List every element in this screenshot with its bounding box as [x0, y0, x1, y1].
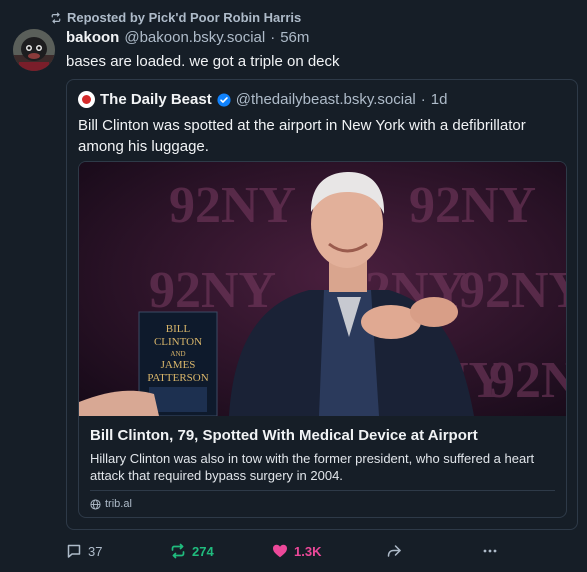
book-cover-text: BILL: [166, 323, 191, 335]
link-card-domain: trib.al: [90, 498, 132, 510]
reply-button[interactable]: 37: [66, 543, 102, 559]
post-actions: 37 274 1.3K: [66, 543, 506, 561]
like-count: 1.3K: [294, 543, 322, 559]
heart-icon: [273, 544, 287, 558]
repost-indicator[interactable]: Reposted by Pick'd Poor Robin Harris: [50, 10, 301, 25]
quoted-post-text: Bill Clinton was spotted at the airport …: [78, 117, 526, 155]
quoted-post[interactable]: The Daily Beast @thedailybeast.bsky.soci…: [66, 79, 578, 530]
more-icon: [483, 549, 497, 553]
link-card[interactable]: 92NY 92NY 92NY 92NY 92NY 92NY 92NY: [78, 161, 567, 518]
author-avatar[interactable]: [13, 29, 55, 71]
link-card-image: 92NY 92NY 92NY 92NY 92NY 92NY 92NY: [79, 162, 566, 416]
quoted-post-time[interactable]: 1d: [431, 91, 448, 108]
backdrop-text: 92NY: [169, 177, 296, 234]
quoted-post-header: The Daily Beast @thedailybeast.bsky.soci…: [78, 91, 447, 108]
globe-icon: [90, 498, 101, 510]
post-text: bases are loaded. we got a triple on dec…: [66, 53, 340, 70]
verified-badge-icon: [217, 92, 231, 107]
separator-dot: ·: [420, 91, 426, 108]
backdrop-text: 92NY: [489, 352, 566, 409]
quoted-author-avatar[interactable]: [78, 91, 95, 108]
link-card-domain-text: trib.al: [105, 498, 132, 510]
post-time[interactable]: 56m: [280, 29, 309, 46]
repost-label: Reposted by Pick'd Poor Robin Harris: [67, 10, 302, 25]
author-handle[interactable]: @bakoon.bsky.social: [124, 29, 265, 46]
reply-count: 37: [88, 543, 103, 559]
separator-dot: ·: [270, 29, 276, 46]
backdrop-text: 92NY: [409, 177, 536, 234]
more-options-button[interactable]: [482, 543, 498, 559]
link-card-divider: [90, 490, 555, 491]
repost-icon: [171, 543, 185, 559]
link-card-title: Bill Clinton, 79, Spotted With Medical D…: [90, 427, 478, 444]
reply-icon: [67, 544, 81, 558]
link-card-description: Hillary Clinton was also in tow with the…: [90, 451, 535, 483]
share-icon: [387, 545, 401, 557]
book-cover-text: PATTERSON: [147, 372, 208, 384]
share-button[interactable]: [386, 543, 402, 559]
like-button[interactable]: 1.3K: [272, 543, 321, 559]
backdrop-text: 92NY: [149, 262, 276, 319]
book-cover-text: JAMES: [161, 359, 196, 371]
post-header: bakoon @bakoon.bsky.social · 56m: [66, 29, 309, 46]
backdrop-text: 92NY: [459, 262, 566, 319]
book-cover-text: CLINTON: [154, 336, 202, 348]
author-name[interactable]: bakoon: [66, 29, 119, 46]
repost-count: 274: [192, 543, 214, 559]
repost-button[interactable]: 274: [170, 543, 214, 559]
quoted-author-handle[interactable]: @thedailybeast.bsky.social: [236, 91, 416, 108]
repost-icon: [51, 12, 61, 23]
quoted-author-name[interactable]: The Daily Beast: [100, 91, 212, 108]
book-cover-text: AND: [170, 350, 185, 358]
